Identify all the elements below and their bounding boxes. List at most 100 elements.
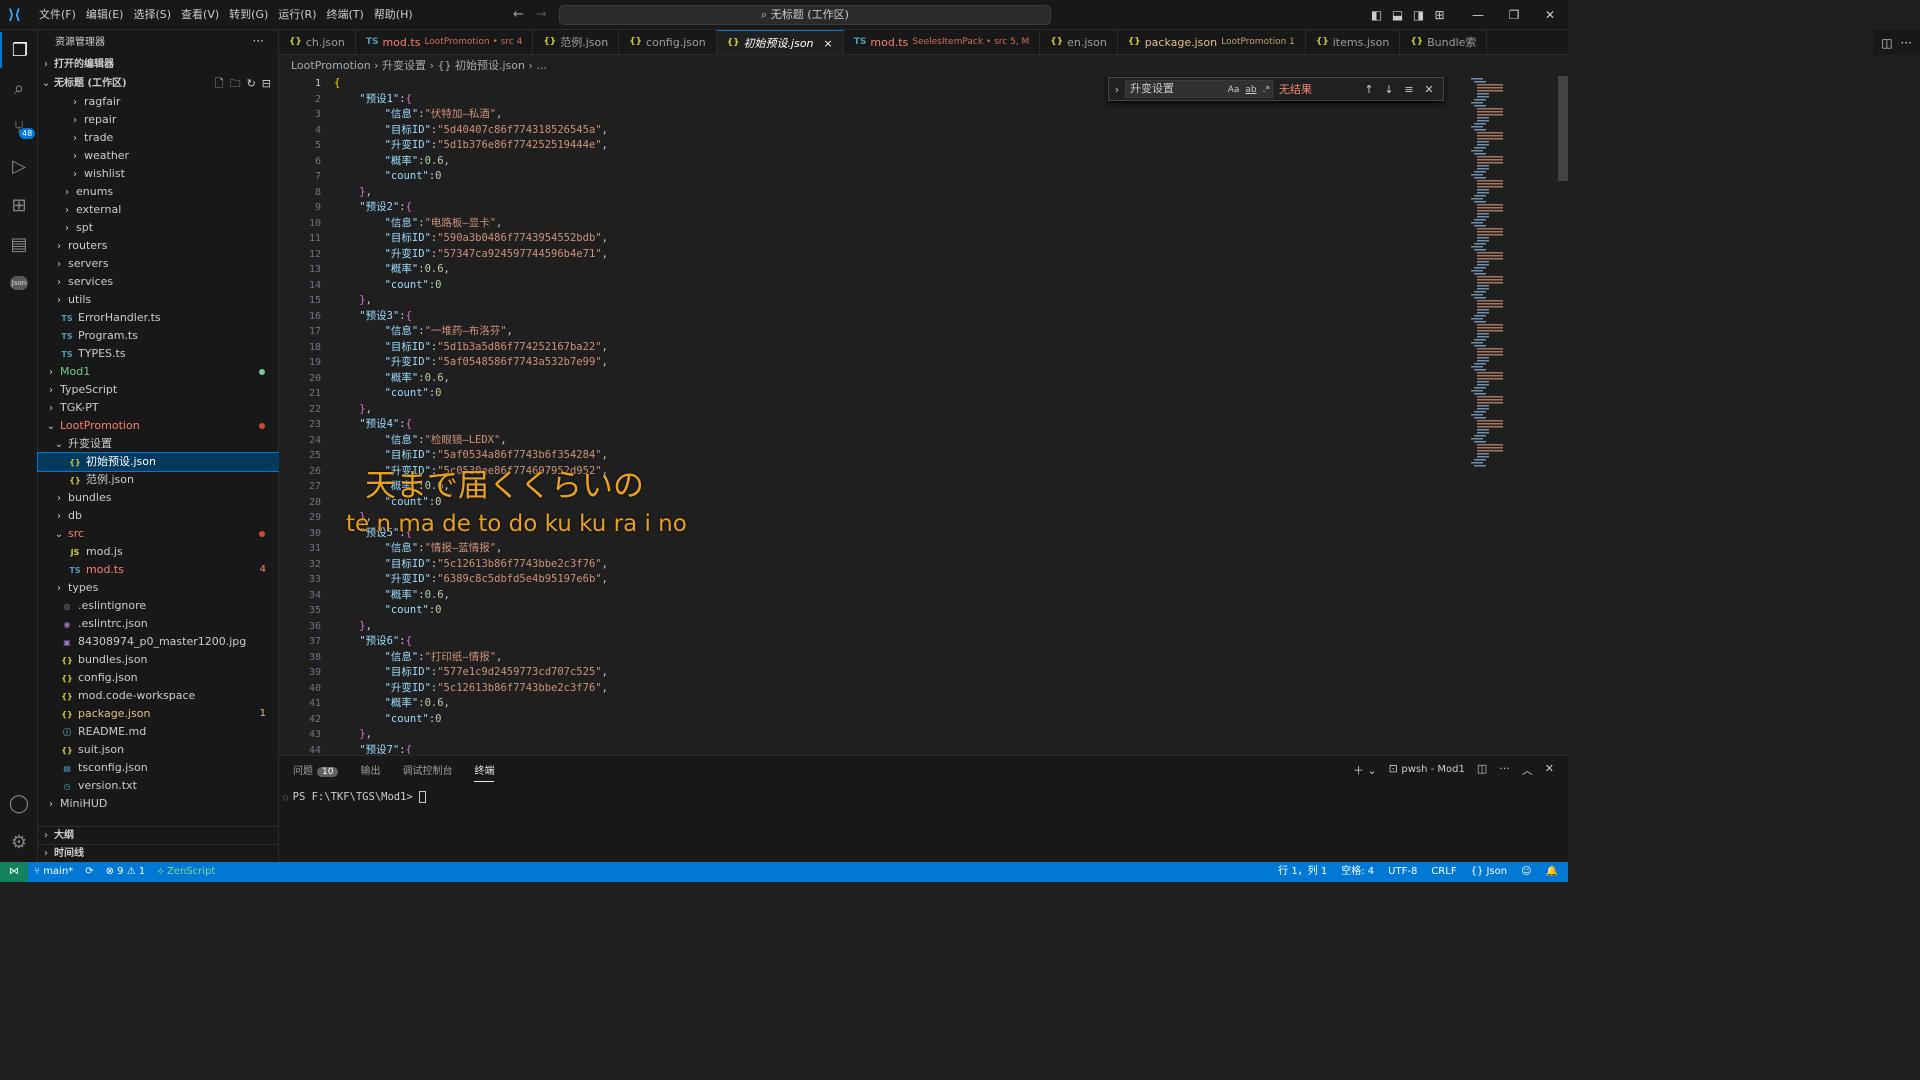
terminal-output[interactable]: ○ PS F:\TKF\TGS\Mod1> [283,791,427,803]
code-line[interactable]: "信息":"电路板—显卡", [334,216,503,232]
tree-file[interactable]: {} suit.json [38,741,279,759]
tree-file[interactable]: {} bundles.json [38,651,279,669]
code-line[interactable]: "count":0 [334,278,442,294]
code-line[interactable]: }, [334,293,372,309]
editor-tab[interactable]: TS mod.ts LootPromotion • src 4 [356,30,534,54]
code-line[interactable]: "count":0 [334,603,442,619]
open-editors-section[interactable]: › 打开的编辑器 [38,56,279,74]
outline-section[interactable]: › 大纲 [38,826,279,844]
menu-item-4[interactable]: 转到(G) [224,0,273,30]
toggle-secondary-sidebar-icon[interactable]: ◨ [1408,8,1429,22]
code-line[interactable]: "信息":"情报—蓝情报", [334,541,503,557]
source-control-icon[interactable]: ⑂ 48 [0,109,38,145]
scrollbar-thumb[interactable] [1558,76,1568,181]
code-line[interactable]: "count":0 [334,712,442,728]
new-file-icon[interactable]: 🗋 [215,75,224,93]
code-line[interactable]: "概率":0.6, [334,154,450,170]
tree-folder[interactable]: ⌄ src [38,525,279,543]
code-line[interactable]: "目标ID":"5d1b3a5d86f774252167ba22", [334,340,608,356]
code-line[interactable]: "概率":0.6, [334,262,450,278]
tree-file[interactable]: ▣ 84308974_p0_master1200.jpg [38,633,279,651]
tree-file[interactable]: {} mod.code-workspace [38,687,279,705]
code-line[interactable]: "概率":0.6, [334,588,450,604]
new-terminal-icon[interactable]: ＋ ⌄ [1353,762,1377,778]
code-line[interactable]: "信息":"一堆药—布洛芬", [334,324,513,340]
tree-file[interactable]: ◎ .eslintignore [38,597,279,615]
code-line[interactable]: "信息":"伏特加—私酒", [334,107,503,123]
code-line[interactable]: "目标ID":"577e1c9d2459773cd707c525", [334,665,608,681]
search-activity-icon[interactable]: ⌕ [0,70,38,106]
menu-item-5[interactable]: 运行(R) [273,0,321,30]
editor-tab[interactable]: {} package.json LootPromotion 1 [1118,30,1306,54]
close-tab-icon[interactable]: × [824,31,833,55]
code-line[interactable]: }, [334,727,372,743]
code-line[interactable]: "信息":"检眼镜—LEDX", [334,433,507,449]
code-line[interactable]: "预设3":{ [334,309,412,325]
code-line[interactable]: }, [334,185,372,201]
toggle-primary-sidebar-icon[interactable]: ◧ [1366,8,1387,22]
refresh-icon[interactable]: ↻ [247,75,256,93]
code-line[interactable]: "预设7":{ [334,743,412,755]
encoding[interactable]: UTF-8 [1388,862,1417,882]
explorer-icon[interactable]: ❐ [0,32,38,68]
code-line[interactable]: "升变ID":"5c12613b86f7743bbe2c3f76", [334,681,608,697]
code-line[interactable]: "概率":0.6, [334,371,450,387]
indentation[interactable]: 空格: 4 [1341,862,1374,882]
tree-folder[interactable]: › MiniHUD [38,795,279,813]
match-case-toggle[interactable]: Aa [1228,82,1240,98]
editor-tab[interactable]: {} items.json [1306,30,1401,54]
tree-folder[interactable]: › wishlist [38,165,279,183]
tree-folder[interactable]: › TGK-PT [38,399,279,417]
tree-file[interactable]: {} 初始预设.json [37,452,280,472]
tree-folder[interactable]: › Mod1 [38,363,279,381]
restore-button[interactable]: ❐ [1496,8,1532,22]
tree-file[interactable]: TS ErrorHandler.ts [38,309,279,327]
close-window-button[interactable]: ✕ [1532,8,1568,22]
tree-file[interactable]: {} config.json [38,669,279,687]
tree-folder[interactable]: ⌄ 升变设置 [38,435,279,453]
menu-item-3[interactable]: 查看(V) [176,0,224,30]
tab-terminal[interactable]: 终端 [474,762,495,782]
tree-folder[interactable]: › services [38,273,279,291]
split-editor-icon[interactable]: ◫ [1881,36,1892,50]
tree-file[interactable]: {} 范例.json [38,471,279,489]
previous-match-icon[interactable]: ↑ [1359,83,1379,96]
minimap[interactable] [1469,76,1539,476]
code-line[interactable]: "预设4":{ [334,417,412,433]
editor-tab[interactable]: {} 范例.json [533,30,620,54]
command-center-search[interactable]: ⌕ 无标题 (工作区) [559,5,1051,25]
code-line[interactable]: "目标ID":"5c12613b86f7743bbe2c3f76", [334,557,608,573]
tree-folder[interactable]: › bundles [38,489,279,507]
zenscript-indicator[interactable]: ⟡ ZenScript [157,862,215,882]
tree-folder[interactable]: › ragfair [38,93,279,111]
tree-folder[interactable]: › spt [38,219,279,237]
code-line[interactable]: "升变ID":"57347ca924597744596b4e71", [334,247,608,263]
tree-folder[interactable]: › routers [38,237,279,255]
tab-problems[interactable]: 问题 10 [293,762,339,782]
tab-output[interactable]: 输出 [360,762,380,782]
tree-file[interactable]: ◷ version.txt [38,777,279,795]
tree-file[interactable]: JS mod.js [38,543,279,561]
match-word-toggle[interactable]: ab [1245,82,1256,98]
code-editor[interactable]: 1 2 3 4 5 6 7 8 9 10 11 12 13 14 15 16 17 18 19 20 21 22 23 24 2… [279,76,1568,754]
tree-folder[interactable]: › db [38,507,279,525]
cursor-position[interactable]: 行 1，列 1 [1278,862,1327,882]
tab-debug-console[interactable]: 调试控制台 [402,762,452,782]
code-line[interactable]: "升变ID":"5d1b376e86f774252519444e", [334,138,608,154]
problems-indicator[interactable]: ⊗ 9 ⚠ 1 [106,862,146,882]
menu-item-6[interactable]: 终端(T) [322,0,369,30]
tree-file[interactable]: ◉ .eslintrc.json [38,615,279,633]
extensions-icon[interactable]: ⊞ [0,187,38,223]
menu-item-2[interactable]: 选择(S) [128,0,176,30]
editor-tab[interactable]: {} ch.json [279,30,356,54]
tree-folder[interactable]: › TypeScript [38,381,279,399]
feedback-icon[interactable]: ☺ [1521,862,1531,882]
next-match-icon[interactable]: ↓ [1379,83,1399,96]
book-icon[interactable]: ▤ [0,226,38,262]
editor-tab[interactable]: {} config.json [619,30,717,54]
minimize-button[interactable]: — [1460,8,1496,22]
maximize-panel-icon[interactable]: ︿ [1522,762,1533,778]
account-icon[interactable]: ◯ [0,785,38,821]
settings-gear-icon[interactable]: ⚙ [0,824,38,860]
tree-file[interactable]: TS Program.ts [38,327,279,345]
